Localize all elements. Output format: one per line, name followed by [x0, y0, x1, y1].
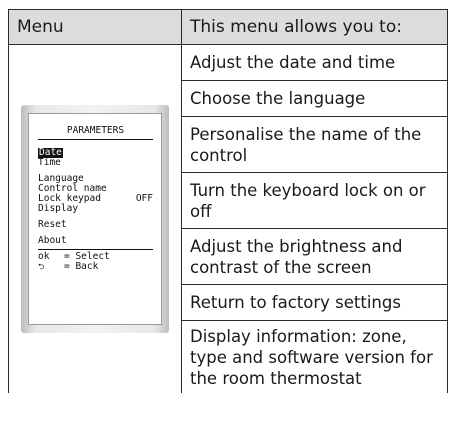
- menu-item-display: Display: [38, 203, 79, 214]
- header-menu: Menu: [8, 9, 182, 45]
- row-control-name: Personalise the name of the control: [181, 116, 448, 173]
- row-reset: Return to factory settings: [181, 284, 448, 321]
- back-hint: = Back: [64, 261, 99, 272]
- row-about: Display information: zone, type and soft…: [181, 320, 448, 393]
- menu-item-about: About: [38, 235, 67, 246]
- row-language: Choose the language: [181, 80, 448, 117]
- row-keyboard-lock: Turn the keyboard lock on or off: [181, 172, 448, 229]
- lock-keypad-value: OFF: [135, 193, 153, 204]
- screen-cell: PARAMETERS Date Time Language Control na…: [8, 44, 182, 393]
- menu-table: Menu This menu allows you to: PARAMETERS…: [8, 9, 448, 393]
- menu-item-time: Time: [38, 157, 61, 168]
- header-row: Menu This menu allows you to:: [8, 9, 448, 45]
- ok-key-label: ok: [38, 251, 50, 262]
- lcd-screen: PARAMETERS Date Time Language Control na…: [28, 113, 162, 325]
- back-arrow-icon: ⮌: [38, 262, 45, 271]
- header-description: This menu allows you to:: [181, 9, 448, 45]
- row-date-time: Adjust the date and time: [181, 44, 448, 81]
- menu-item-reset: Reset: [38, 219, 67, 230]
- row-display: Adjust the brightness and contrast of th…: [181, 228, 448, 285]
- thermostat-device: PARAMETERS Date Time Language Control na…: [21, 105, 169, 333]
- table-row: PARAMETERS Date Time Language Control na…: [8, 44, 448, 393]
- screen-title: PARAMETERS: [38, 126, 153, 140]
